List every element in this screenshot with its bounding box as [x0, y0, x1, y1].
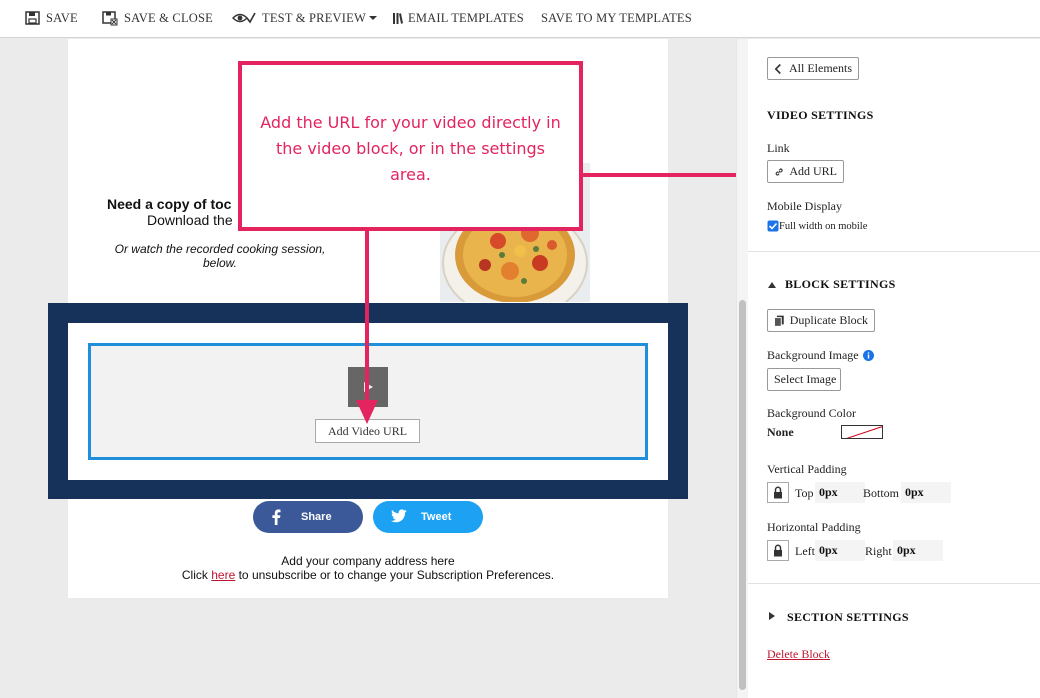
right-label: Right	[865, 544, 892, 558]
test-preview-label: TEST & PREVIEW	[262, 10, 366, 25]
save-icon	[25, 11, 40, 25]
background-color-label: Background Color	[767, 406, 856, 420]
play-button[interactable]	[348, 367, 388, 407]
lock-icon	[774, 544, 782, 557]
promo-title: Need a copy of toc	[107, 196, 232, 212]
email-templates-button[interactable]: EMAIL TEMPLATES	[392, 9, 524, 27]
settings-panel: All Elements VIDEO SETTINGS Link Add URL…	[748, 39, 1040, 698]
unsubscribe-line: Click here to unsubscribe or to change y…	[68, 568, 668, 582]
unsub-prefix: Click	[181, 568, 212, 582]
background-color-value: None	[767, 425, 794, 439]
email-editor: SAVE SAVE & CLOSE TEST & PREVIEW EMAIL T…	[0, 0, 1040, 698]
top-label: Top	[795, 486, 814, 500]
save-close-label: SAVE & CLOSE	[124, 10, 213, 25]
block-settings-heading[interactable]: BLOCK SETTINGS	[785, 277, 896, 292]
full-width-label: Full width on mobile	[779, 220, 868, 232]
chevron-down-icon	[368, 16, 377, 20]
divider-1	[748, 251, 1040, 252]
callout-text: Add the URL for your video directly in t…	[260, 113, 561, 184]
delete-block-link[interactable]: Delete Block	[767, 647, 830, 662]
video-settings-heading: VIDEO SETTINGS	[767, 108, 874, 122]
facebook-share-button[interactable]: Share	[253, 501, 363, 533]
eye-check-icon	[232, 12, 256, 24]
duplicate-block-button[interactable]: Duplicate Block	[767, 309, 875, 332]
horizontal-lock-button[interactable]	[767, 540, 789, 561]
left-padding-input[interactable]: 0px	[815, 540, 865, 561]
all-elements-label: All Elements	[789, 61, 852, 75]
twitter-icon	[391, 509, 407, 523]
mobile-display-label: Mobile Display	[767, 199, 842, 213]
full-width-option: Full width on mobile	[767, 220, 867, 232]
checkbox-icon[interactable]	[767, 220, 779, 232]
add-video-url-button[interactable]: Add Video URL	[315, 419, 420, 443]
right-padding-input[interactable]: 0px	[893, 540, 943, 561]
promo-italic-text: Or watch the recorded cooking session, b…	[114, 242, 326, 270]
promo-subtitle: Download the	[147, 212, 233, 228]
color-swatch[interactable]	[841, 425, 883, 439]
triangle-down-icon[interactable]	[768, 281, 776, 289]
unsub-suffix: to unsubscribe or to change your Subscri…	[235, 568, 555, 582]
divider-2	[748, 583, 1040, 584]
bottom-label: Bottom	[863, 486, 900, 500]
triangle-right-icon[interactable]	[768, 612, 776, 620]
play-icon	[364, 382, 373, 392]
email-templates-label: EMAIL TEMPLATES	[408, 10, 524, 25]
section-settings-heading[interactable]: SECTION SETTINGS	[787, 610, 909, 625]
add-url-label: Add URL	[789, 164, 837, 178]
twitter-tweet-button[interactable]: Tweet	[373, 501, 483, 533]
lock-icon	[774, 486, 782, 499]
save-close-button[interactable]: SAVE & CLOSE	[102, 9, 213, 27]
book-icon	[393, 12, 403, 24]
link-icon	[775, 167, 783, 176]
horizontal-padding-label: Horizontal Padding	[767, 520, 861, 534]
canvas-scrollbar-thumb[interactable]	[739, 300, 746, 690]
top-padding-input[interactable]: 0px	[815, 482, 865, 503]
share-label: Share	[301, 511, 332, 523]
all-elements-button[interactable]: All Elements	[767, 57, 859, 80]
vertical-padding-label: Vertical Padding	[767, 462, 847, 476]
test-preview-button[interactable]: TEST & PREVIEW	[232, 9, 378, 27]
bottom-padding-input[interactable]: 0px	[901, 482, 951, 503]
info-icon[interactable]	[863, 350, 874, 361]
select-image-button[interactable]: Select Image	[767, 368, 841, 391]
facebook-icon	[272, 509, 281, 525]
save-button[interactable]: SAVE	[25, 9, 78, 27]
left-label: Left	[795, 544, 815, 558]
duplicate-icon	[774, 315, 784, 327]
add-url-button[interactable]: Add URL	[767, 160, 844, 183]
chevron-left-icon	[774, 63, 781, 74]
save-to-templates-label: SAVE TO MY TEMPLATES	[541, 10, 692, 25]
save-to-templates-button[interactable]: SAVE TO MY TEMPLATES	[541, 9, 692, 27]
background-image-label: Background Image	[767, 348, 859, 362]
company-address: Add your company address here	[281, 554, 455, 568]
duplicate-block-label: Duplicate Block	[789, 313, 868, 327]
vertical-lock-button[interactable]	[767, 482, 789, 503]
top-toolbar: SAVE SAVE & CLOSE TEST & PREVIEW EMAIL T…	[0, 0, 1040, 38]
link-label: Link	[767, 141, 790, 155]
save-close-icon	[102, 10, 118, 25]
no-color-slash	[846, 426, 882, 438]
save-label: SAVE	[46, 10, 78, 25]
tweet-label: Tweet	[421, 511, 452, 523]
unsubscribe-link[interactable]: here	[211, 568, 235, 582]
